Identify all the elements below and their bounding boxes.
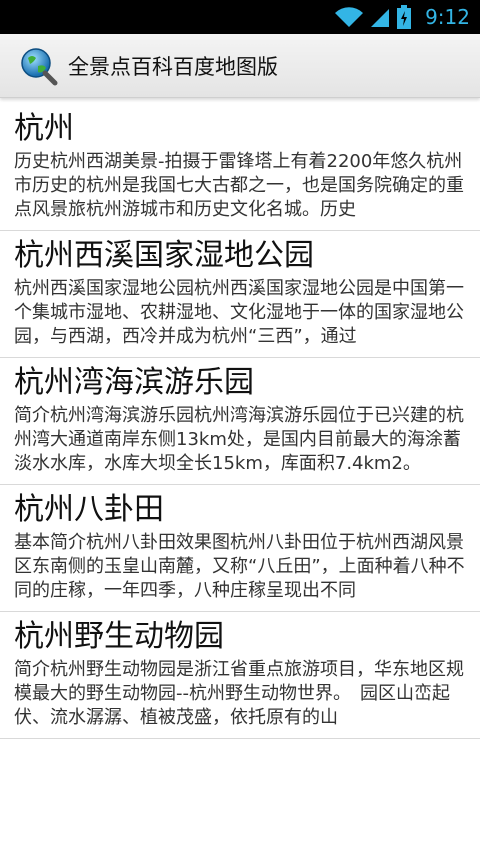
list-item-description: 基本简介杭州八卦田效果图杭州八卦田位于杭州西湖风景区东南侧的玉皇山南麓，又称“八… bbox=[14, 532, 465, 601]
app-title: 全景点百科百度地图版 bbox=[68, 54, 278, 79]
action-bar: 全景点百科百度地图版 bbox=[0, 34, 480, 98]
list-item-title: 杭州湾海滨游乐园 bbox=[14, 365, 254, 400]
list-item-description: 简介杭州湾海滨游乐园杭州湾海滨游乐园位于已兴建的杭州湾大通道南岸东侧13km处，… bbox=[14, 405, 464, 474]
list-item-title: 杭州 bbox=[14, 111, 74, 146]
list-item-title: 杭州西溪国家湿地公园 bbox=[14, 238, 314, 273]
list-item[interactable]: 杭州野生动物园 简介杭州野生动物园是浙江省重点旅游项目，华东地区规模最大的野生动… bbox=[0, 612, 480, 739]
attraction-list: 杭州 历史杭州西湖美景-拍摄于雷锋塔上有着2200年悠久杭州市历史的杭州是我国七… bbox=[0, 104, 480, 739]
list-item-description: 历史杭州西湖美景-拍摄于雷锋塔上有着2200年悠久杭州市历史的杭州是我国七大古都… bbox=[14, 151, 464, 220]
battery-icon bbox=[397, 5, 412, 29]
globe-search-icon[interactable] bbox=[18, 46, 58, 86]
signal-icon bbox=[371, 9, 390, 27]
list-item[interactable]: 杭州西溪国家湿地公园 杭州西溪国家湿地公园杭州西溪国家湿地公园是中国第一个集城市… bbox=[0, 231, 480, 358]
list-item[interactable]: 杭州八卦田 基本简介杭州八卦田效果图杭州八卦田位于杭州西湖风景区东南侧的玉皇山南… bbox=[0, 485, 480, 612]
status-bar: 9:12 bbox=[0, 0, 480, 34]
list-item-description: 简介杭州野生动物园是浙江省重点旅游项目，华东地区规模最大的野生动物园--杭州野生… bbox=[14, 659, 464, 728]
wifi-icon bbox=[335, 7, 364, 28]
status-clock: 9:12 bbox=[425, 5, 470, 29]
list-item-description: 杭州西溪国家湿地公园杭州西溪国家湿地公园是中国第一个集城市湿地、农耕湿地、文化湿… bbox=[14, 278, 464, 347]
list-item[interactable]: 杭州湾海滨游乐园 简介杭州湾海滨游乐园杭州湾海滨游乐园位于已兴建的杭州湾大通道南… bbox=[0, 358, 480, 485]
list-item[interactable]: 杭州 历史杭州西湖美景-拍摄于雷锋塔上有着2200年悠久杭州市历史的杭州是我国七… bbox=[0, 104, 480, 231]
list-item-title: 杭州野生动物园 bbox=[14, 619, 224, 654]
list-item-title: 杭州八卦田 bbox=[14, 492, 164, 527]
